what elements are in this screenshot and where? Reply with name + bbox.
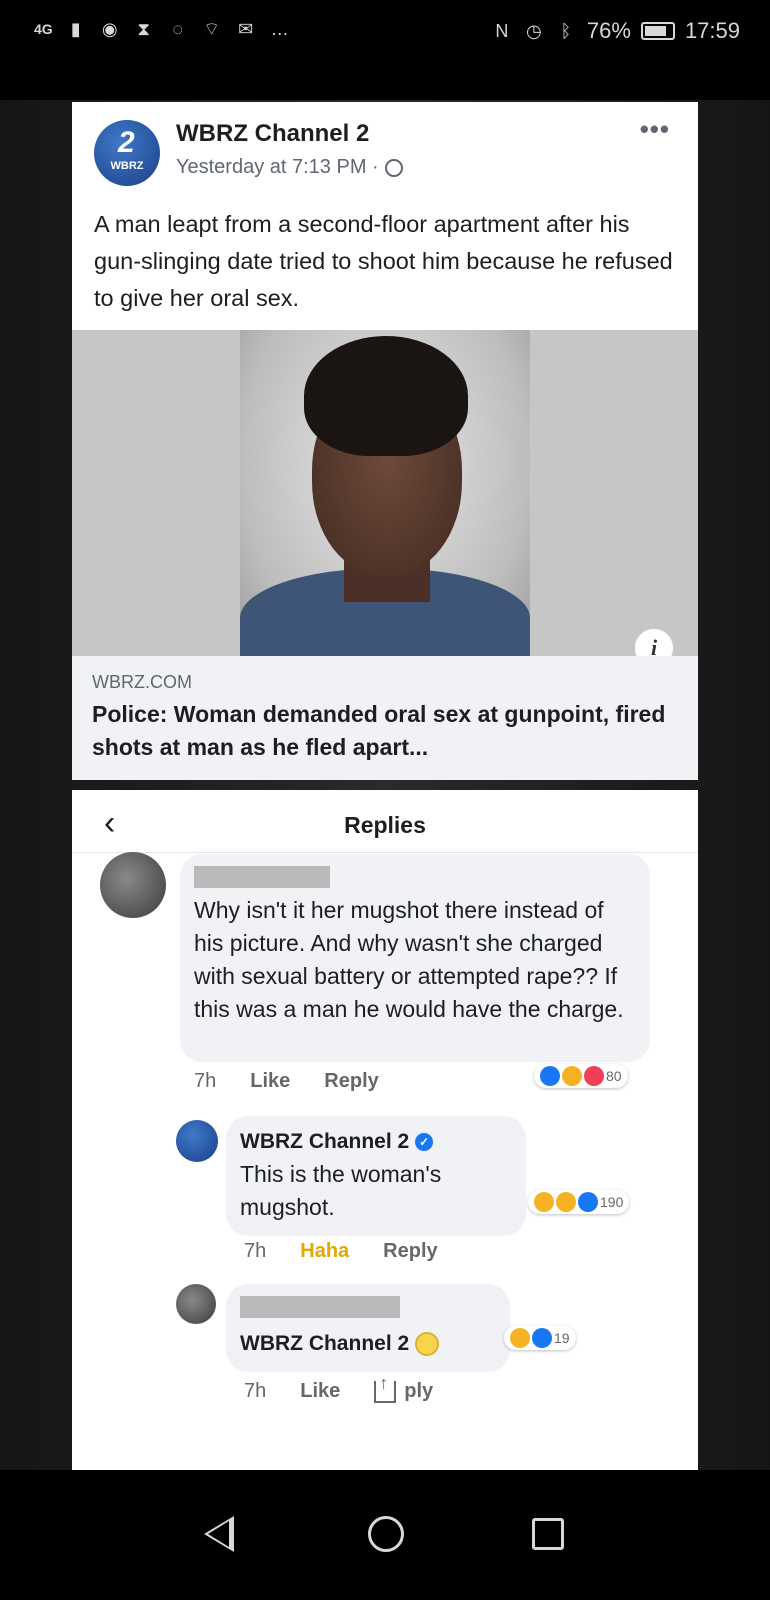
reply-author-name: WBRZ Channel 2 — [240, 1130, 410, 1153]
post-timestamp[interactable]: Yesterday at 7:13 PM · — [176, 156, 403, 179]
mail-icon: ✉ — [238, 19, 254, 39]
like-reaction-icon — [540, 1066, 560, 1086]
like-reaction-icon — [578, 1192, 598, 1212]
network-label: 4G — [34, 21, 53, 37]
reply-reaction-summary[interactable]: 190 — [528, 1190, 630, 1214]
avatar-label: WBRZ — [110, 160, 144, 172]
commenter-avatar[interactable] — [100, 852, 166, 918]
like-button[interactable]: Like — [250, 1070, 290, 1093]
wow-reaction-icon — [556, 1192, 576, 1212]
battery-percent: 76% — [586, 18, 631, 43]
like-reaction-icon — [532, 1328, 552, 1348]
status-right: N ◷ ᛒ 76% 17:59 — [491, 18, 740, 44]
link-title: Police: Woman demanded oral sex at gunpo… — [92, 701, 666, 760]
reply-button[interactable]: Reply — [383, 1240, 437, 1263]
nav-back-inner — [208, 1521, 229, 1547]
reply-reaction-count: 190 — [600, 1194, 624, 1210]
replies-title: Replies — [344, 812, 426, 838]
upload-icon — [374, 1373, 397, 1403]
nfc-icon: N — [495, 21, 509, 41]
nav-recents-icon[interactable] — [532, 1518, 564, 1550]
third-comment-time: 7h — [244, 1380, 267, 1402]
reply-time: 7h — [244, 1240, 267, 1262]
like-button[interactable]: Like — [300, 1380, 340, 1403]
comment-bubble: Why isn't it her mugshot there instead o… — [180, 854, 650, 1062]
reply-button[interactable]: ply — [374, 1373, 434, 1403]
reaction-count: 80 — [606, 1068, 622, 1084]
mention-name: WBRZ Channel 2 — [240, 1332, 410, 1355]
link-preview[interactable]: WBRZ.COM Police: Woman demanded oral sex… — [72, 656, 698, 780]
smiley-emoji-icon — [415, 1332, 440, 1356]
third-reaction-count: 19 — [554, 1330, 570, 1346]
third-comment-actions: 7h Like ply — [244, 1373, 434, 1403]
post-text: A man leapt from a second-floor apartmen… — [94, 211, 673, 311]
link-domain: WBRZ.COM — [92, 672, 192, 692]
signal-icon: ▮ — [70, 19, 81, 39]
timestamp-text: Yesterday at 7:13 PM · — [176, 156, 379, 178]
reply-label: ply — [404, 1380, 434, 1402]
more-notifications-icon: … — [270, 19, 289, 39]
love-reaction-icon — [584, 1066, 604, 1086]
nav-home-icon[interactable] — [368, 1516, 404, 1552]
third-reaction-summary[interactable]: 19 — [504, 1326, 576, 1350]
bluetooth-icon: ᛒ — [560, 21, 572, 41]
haha-button[interactable]: Haha — [300, 1240, 349, 1263]
mention-text[interactable]: WBRZ Channel 2 — [240, 1332, 440, 1356]
replies-panel: ‹ Replies Why isn't it her mugshot there… — [72, 790, 698, 1470]
reply-bubble: WBRZ Channel 2 ✓ This is the woman's mug… — [226, 1116, 526, 1236]
facebook-post: 2 WBRZ WBRZ Channel 2 Yesterday at 7:13 … — [72, 102, 698, 780]
alarm-icon: ◷ — [526, 21, 542, 41]
reply-text: This is the woman's mugshot. — [240, 1161, 442, 1220]
haha-reaction-icon — [534, 1192, 554, 1212]
divider — [72, 852, 698, 853]
photo-hair — [304, 336, 468, 456]
mugshot-photo[interactable]: i — [72, 330, 698, 656]
info-icon[interactable]: i — [634, 628, 674, 656]
reaction-summary[interactable]: 80 — [534, 1064, 628, 1088]
reply-button[interactable]: Reply — [324, 1070, 378, 1093]
verified-badge-icon: ✓ — [415, 1133, 434, 1151]
avatar-number: 2 — [118, 126, 135, 159]
whatsapp-icon: ◌ — [172, 19, 184, 39]
redacted-name — [194, 866, 330, 888]
reply-author[interactable]: WBRZ Channel 2 ✓ — [240, 1130, 434, 1154]
notification-icon: ◉ — [101, 19, 118, 39]
navigation-bar — [0, 1470, 770, 1600]
hourglass-icon: ⧗ — [137, 19, 150, 39]
haha-reaction-icon — [562, 1066, 582, 1086]
more-options-icon[interactable]: ••• — [640, 114, 670, 145]
third-comment-bubble: WBRZ Channel 2 — [226, 1284, 510, 1372]
redacted-name — [240, 1296, 400, 1318]
wifi-icon: ⌔ — [203, 19, 221, 39]
page-avatar[interactable]: 2 WBRZ — [94, 120, 160, 186]
globe-icon — [384, 158, 403, 177]
status-left: 4G ▮ ◉ ⧗ ◌ ⌔ ✉ … — [34, 18, 291, 40]
page-name[interactable]: WBRZ Channel 2 — [176, 120, 369, 148]
battery-icon — [640, 22, 675, 40]
haha-reaction-icon — [510, 1328, 530, 1348]
comment-actions: 7h Like Reply — [194, 1070, 379, 1093]
reply-actions: 7h Haha Reply — [244, 1240, 438, 1263]
status-bar: 4G ▮ ◉ ⧗ ◌ ⌔ ✉ … N ◷ ᛒ 76% 17:59 — [0, 0, 770, 64]
page-reply-avatar[interactable] — [176, 1120, 218, 1162]
clock: 17:59 — [684, 18, 740, 43]
comment-text: Why isn't it her mugshot there instead o… — [194, 897, 624, 1022]
third-commenter-avatar[interactable] — [176, 1284, 216, 1324]
comment-time: 7h — [194, 1070, 217, 1092]
